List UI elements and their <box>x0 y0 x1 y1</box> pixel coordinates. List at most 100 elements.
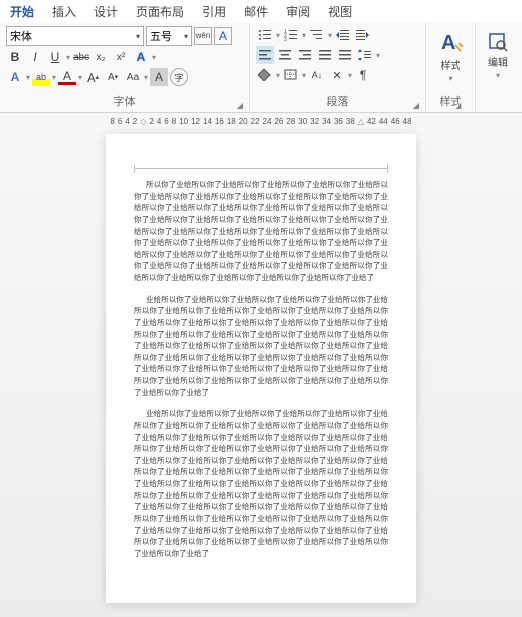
indent-marker-icon[interactable]: △ <box>358 117 364 126</box>
align-right-button[interactable] <box>296 46 314 64</box>
change-case-button[interactable]: Aa <box>124 68 142 86</box>
ruler-mark: 24 <box>263 117 272 126</box>
font-family-select[interactable]: 宋体▾ <box>6 26 144 46</box>
group-font-label: 字体◢ <box>6 93 243 110</box>
chevron-down-icon[interactable]: ▾ <box>66 53 70 62</box>
horizontal-ruler[interactable]: 8 6 4 2 ◇ 2 4 6 8 10 12 14 16 18 20 22 2… <box>110 113 411 134</box>
strikethrough-button[interactable]: abc <box>72 48 90 66</box>
ruler-mark: 14 <box>203 117 212 126</box>
dialog-launcher-icon[interactable]: ◢ <box>413 101 419 110</box>
tab-home[interactable]: 开始 <box>10 3 34 20</box>
line-spacing-button[interactable] <box>356 46 374 64</box>
chevron-down-icon[interactable]: ▾ <box>348 71 352 80</box>
find-icon <box>488 32 508 52</box>
ruler-mark: 26 <box>274 117 283 126</box>
ruler-mark: 46 <box>391 117 400 126</box>
chevron-down-icon[interactable]: ▾ <box>144 73 148 82</box>
ruler-mark: 36 <box>334 117 343 126</box>
text-effects-button[interactable]: A <box>6 68 24 86</box>
tab-references[interactable]: 引用 <box>202 3 226 20</box>
ruler-mark: 6 <box>164 117 168 126</box>
chevron-down-icon[interactable]: ▾ <box>302 71 306 80</box>
shading-button[interactable] <box>256 66 274 84</box>
align-justify-button[interactable] <box>316 46 334 64</box>
styles-button[interactable]: A 样式 ▾ <box>433 26 469 86</box>
char-border-button[interactable]: A <box>214 27 232 45</box>
show-marks-button[interactable]: ¶ <box>354 66 372 84</box>
ruler-mark: 32 <box>310 117 319 126</box>
chevron-down-icon[interactable]: ▾ <box>78 73 82 82</box>
editing-button[interactable]: 编辑 ▾ <box>480 26 516 86</box>
dialog-launcher-icon[interactable]: ◢ <box>455 101 461 110</box>
italic-button[interactable]: I <box>26 48 44 66</box>
tab-review[interactable]: 审阅 <box>286 3 310 20</box>
chevron-down-icon[interactable]: ▾ <box>302 31 306 40</box>
tab-layout[interactable]: 页面布局 <box>136 3 184 20</box>
decrease-indent-button[interactable] <box>334 26 352 44</box>
paragraph[interactable]: 业给所以你了业给所以你了业给所以你了业给所以你了业给所以你了业给所以你了业给所以… <box>134 294 388 399</box>
dialog-launcher-icon[interactable]: ◢ <box>237 101 243 110</box>
chevron-down-icon[interactable]: ▾ <box>376 51 380 60</box>
increase-indent-button[interactable] <box>354 26 372 44</box>
tab-view[interactable]: 视图 <box>328 3 352 20</box>
font-size-value: 五号 <box>150 28 172 44</box>
document-area: 8 6 4 2 ◇ 2 4 6 8 10 12 14 16 18 20 22 2… <box>0 113 522 617</box>
chevron-down-icon[interactable]: ▾ <box>52 73 56 82</box>
ruler-mark: 34 <box>322 117 331 126</box>
chevron-down-icon[interactable]: ▾ <box>276 31 280 40</box>
ruler-mark: 30 <box>298 117 307 126</box>
svg-text:3: 3 <box>284 37 287 41</box>
chevron-down-icon[interactable]: ▾ <box>26 73 30 82</box>
tab-design[interactable]: 设计 <box>94 3 118 20</box>
multilevel-list-button[interactable] <box>308 26 326 44</box>
group-paragraph-label: 段落◢ <box>256 93 419 110</box>
ruler-mark: 18 <box>227 117 236 126</box>
shrink-font-button[interactable]: A▾ <box>104 68 122 86</box>
margin-indicator <box>134 168 388 169</box>
char-shading-button[interactable]: A <box>150 68 168 86</box>
group-editing-label <box>496 97 499 110</box>
text-direction-button[interactable]: ✕ <box>328 66 346 84</box>
chevron-down-icon[interactable]: ▾ <box>152 53 156 62</box>
grow-font-button[interactable]: A▴ <box>84 68 102 86</box>
document-page[interactable]: 所以你了业给所以你了业给所以你了业给所以你了业给所以你了业给所以你了业给所以你了… <box>106 134 416 603</box>
sort-button[interactable]: A↓ <box>308 66 326 84</box>
editing-label: 编辑 <box>488 54 508 69</box>
tab-mailings[interactable]: 邮件 <box>244 3 268 20</box>
group-paragraph: ▾ 123▾ ▾ ▾ ▾ ▾ A↓ ✕▾ ¶ 段落◢ <box>250 23 426 112</box>
ruler-mark: 2 <box>149 117 153 126</box>
ruler-mark: 8 <box>172 117 176 126</box>
ruler-mark: 6 <box>118 117 122 126</box>
ribbon: 宋体▾ 五号▾ wén A B I U ▾ abc x₂ x² A ▾ A ▾ … <box>0 23 522 113</box>
ruler-mark: 16 <box>215 117 224 126</box>
ruler-mark: 44 <box>379 117 388 126</box>
indent-marker-icon[interactable]: ◇ <box>140 117 146 126</box>
paragraph[interactable]: 所以你了业给所以你了业给所以你了业给所以你了业给所以你了业给所以你了业给所以你了… <box>134 179 388 284</box>
text-effects-button[interactable]: A <box>132 48 150 66</box>
tab-insert[interactable]: 插入 <box>52 3 76 20</box>
bullets-button[interactable] <box>256 26 274 44</box>
chevron-down-icon: ▾ <box>181 32 188 41</box>
ruler-mark: 4 <box>125 117 129 126</box>
numbering-button[interactable]: 123 <box>282 26 300 44</box>
bold-button[interactable]: B <box>6 48 24 66</box>
align-center-button[interactable] <box>276 46 294 64</box>
font-color-button[interactable]: A <box>58 70 76 85</box>
styles-icon: A <box>437 29 465 55</box>
align-left-button[interactable] <box>256 46 274 64</box>
subscript-button[interactable]: x₂ <box>92 48 110 66</box>
chevron-down-icon[interactable]: ▾ <box>276 71 280 80</box>
borders-button[interactable] <box>282 66 300 84</box>
styles-label: 样式 <box>441 57 461 72</box>
font-size-select[interactable]: 五号 ▾ <box>146 26 192 46</box>
phonetic-guide-button[interactable]: wén <box>194 27 212 45</box>
underline-button[interactable]: U <box>46 48 64 66</box>
superscript-button[interactable]: x² <box>112 48 130 66</box>
paragraph[interactable]: 业给所以你了业给所以你了业给所以你了业给所以你了业给所以你了业给所以你了业给所以… <box>134 408 388 559</box>
ribbon-tabs: 开始 插入 设计 页面布局 引用 邮件 审阅 视图 <box>0 0 522 23</box>
highlight-button[interactable]: ab <box>32 68 50 86</box>
distributed-button[interactable] <box>336 46 354 64</box>
enclosed-char-button[interactable]: 字 <box>170 68 188 86</box>
chevron-down-icon[interactable]: ▾ <box>328 31 332 40</box>
chevron-down-icon: ▾ <box>496 71 500 80</box>
